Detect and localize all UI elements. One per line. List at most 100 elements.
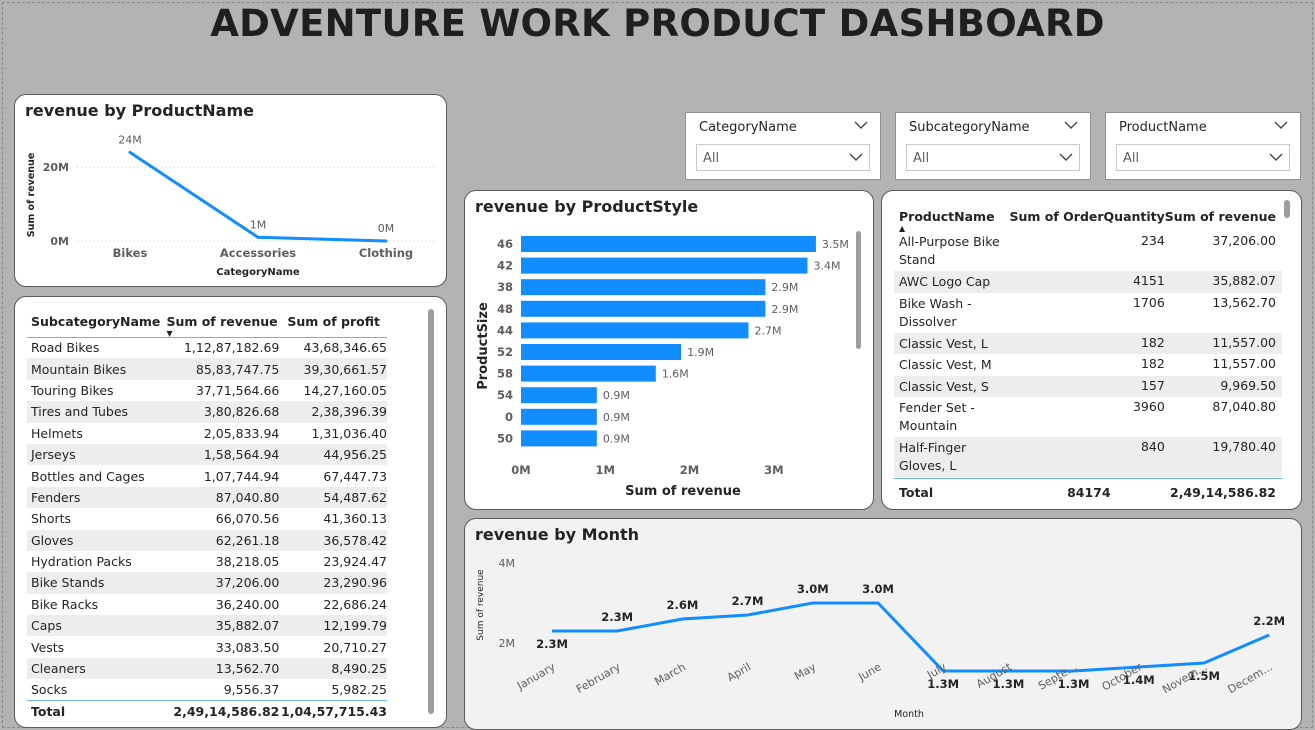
sub-revenue-cell: 35,882.07 <box>162 615 280 637</box>
subcategory-table-card[interactable]: SubcategoryName Sum of revenue ▼ Sum of … <box>14 296 447 728</box>
table-row[interactable]: Shorts 66,070.56 41,360.13 <box>27 508 387 529</box>
table-row[interactable]: Bottles and Cages 1,07,744.94 67,447.73 <box>27 465 387 486</box>
slicer-subcategory-value: All <box>913 151 930 166</box>
col-header-product-label: ProductName <box>899 208 995 224</box>
sub-profit-cell: 43,68,346.65 <box>303 340 388 356</box>
table-row[interactable]: Classic Vest, L 182 11,557.00 <box>894 332 1282 354</box>
data-point <box>384 239 388 243</box>
order-qty-cell: 157 <box>1009 375 1165 397</box>
total-label: Total <box>31 704 66 720</box>
subcategory-name-cell: Shorts <box>31 511 72 527</box>
product-name-cell: All-Purpose Bike Stand <box>899 234 1000 267</box>
table-row[interactable]: Half-Finger Gloves, L 840 19,780.40 <box>894 437 1282 477</box>
slicer-subcategory-dropdown[interactable]: All <box>906 144 1080 171</box>
subcategory-name-cell: Road Bikes <box>31 340 100 356</box>
table-row[interactable]: All-Purpose Bike Stand 234 37,206.00 <box>894 231 1282 271</box>
sub-profit-cell: 20,710.27 <box>323 639 387 655</box>
chevron-down-icon[interactable] <box>1064 121 1078 130</box>
chevron-down-icon[interactable] <box>1274 121 1288 130</box>
y-tick-label: 44 <box>497 323 513 337</box>
sub-profit-cell: 39,30,661.57 <box>279 358 387 380</box>
table-row[interactable]: Tires and Tubes 3,80,826.68 2,38,396.39 <box>27 401 387 423</box>
x-tick-label: Clothing <box>359 246 413 260</box>
slicer-product-dropdown[interactable]: All <box>1116 144 1290 171</box>
chevron-down-icon[interactable] <box>854 121 868 130</box>
sub-revenue-cell: 13,562.70 <box>162 657 280 680</box>
data-point <box>128 150 132 154</box>
sub-profit-cell: 36,578.42 <box>279 529 387 551</box>
style-chart-scrollbar[interactable] <box>856 231 861 349</box>
subcategory-name-cell: Hydration Packs <box>31 554 132 570</box>
sub-revenue-cell: 87,040.80 <box>162 486 280 509</box>
style-bar-chart[interactable]: 46 3.5M 42 3.4M 38 2.9M 48 2.9M 44 2.7M 52 1.9M 58 1.… <box>465 191 874 510</box>
table-row[interactable]: Bike Racks 36,240.00 22,686.24 <box>27 594 387 615</box>
table-row[interactable]: Jerseys 1,58,564.94 44,956.25 <box>27 443 387 466</box>
category-line-chart[interactable]: 0M 20M 24M Bikes 1M Accessories 0M Clothing Cate… <box>15 95 447 287</box>
month-line-chart[interactable]: 2M 4M 2.3M January 2.3M February 2.6M March 2.7M… <box>465 519 1302 730</box>
bar <box>521 430 597 447</box>
bar <box>521 322 749 339</box>
sort-asc-icon: ▲ <box>899 224 906 233</box>
data-label: 24M <box>118 133 142 146</box>
col-header-sub-profit[interactable]: Sum of profit <box>279 307 387 337</box>
prod-revenue-cell: 9,969.50 <box>1164 375 1282 397</box>
data-label: 2.3M <box>536 637 568 651</box>
col-header-order-qty[interactable]: Sum of OrderQuantity <box>1010 201 1165 231</box>
table-row[interactable]: Vests 33,083.50 20,710.27 <box>27 636 387 657</box>
y-tick-label: 54 <box>497 388 513 402</box>
table-row[interactable]: Mountain Bikes 85,83,747.75 39,30,661.57 <box>27 358 387 380</box>
sub-profit-cell: 12,199.79 <box>279 615 387 637</box>
x-axis-title: Sum of revenue <box>625 484 741 499</box>
col-header-sub-revenue[interactable]: Sum of revenue ▼ <box>162 307 279 337</box>
slicer-category-dropdown[interactable]: All <box>696 144 870 171</box>
x-tick-label: Decem... <box>1226 660 1275 696</box>
table-row[interactable]: Classic Vest, M 182 11,557.00 <box>894 354 1282 376</box>
table-row[interactable]: Bike Wash - Dissolver 1706 13,562.70 <box>894 293 1282 333</box>
sub-revenue-cell: 3,80,826.68 <box>162 401 280 423</box>
product-name-cell: Classic Vest, S <box>894 375 1010 397</box>
data-label: 1.9M <box>687 346 714 359</box>
table-row[interactable]: Gloves 62,261.18 36,578.42 <box>27 529 387 551</box>
table-row[interactable]: Fenders 87,040.80 54,487.62 <box>27 486 387 509</box>
bar <box>521 387 597 404</box>
x-tick-label: Bikes <box>113 246 148 260</box>
slicer-product[interactable]: ProductName All <box>1105 112 1301 180</box>
slicer-subcategory-label: SubcategoryName <box>909 120 1030 135</box>
table-row[interactable]: Socks 9,556.37 5,982.25 <box>27 679 387 700</box>
category-revenue-card[interactable]: revenue by ProductName 0M 20M 24M Bikes 1M Ac… <box>14 94 447 287</box>
subcategory-name-cell: Mountain Bikes <box>27 358 163 380</box>
sort-desc-icon: ▼ <box>166 328 173 338</box>
bar <box>521 257 808 274</box>
total-sub-revenue: 2,49,14,586.82 <box>173 704 280 720</box>
order-qty-cell: 1706 <box>1132 294 1165 310</box>
month-revenue-card[interactable]: revenue by Month 2M 4M 2.3M January 2.3M Febr… <box>464 518 1302 730</box>
style-revenue-card[interactable]: revenue by ProductStyle 46 3.5M 42 3.4M 38 2.… <box>464 190 874 510</box>
col-header-subcategory[interactable]: SubcategoryName <box>27 307 162 337</box>
table-row[interactable]: AWC Logo Cap 4151 35,882.07 <box>894 271 1282 293</box>
y-tick-label: 42 <box>497 259 513 273</box>
table-row[interactable]: Touring Bikes 37,71,564.66 14,27,160.05 <box>27 380 387 401</box>
sub-profit-cell: 54,487.62 <box>279 486 387 509</box>
subcategory-table: SubcategoryName Sum of revenue ▼ Sum of … <box>27 307 387 723</box>
x-tick-label: June <box>855 660 883 684</box>
col-header-product[interactable]: ProductName ▲ <box>894 201 1010 234</box>
table-row[interactable]: Helmets 2,05,833.94 1,31,036.40 <box>27 423 387 444</box>
x-tick-label: February <box>574 660 623 696</box>
product-table-scrollbar[interactable] <box>1284 200 1290 218</box>
table-row[interactable]: Classic Vest, S 157 9,969.50 <box>894 375 1282 397</box>
table-row[interactable]: Caps 35,882.07 12,199.79 <box>27 615 387 637</box>
table-row[interactable]: Fender Set - Mountain 3960 87,040.80 <box>894 397 1282 437</box>
sub-revenue-cell: 62,261.18 <box>162 529 280 551</box>
table-row[interactable]: Road Bikes 1,12,87,182.69 43,68,346.65 <box>27 337 387 358</box>
sub-profit-cell: 2,38,396.39 <box>279 401 387 423</box>
x-tick-label: 1M <box>596 463 615 477</box>
table-row[interactable]: Bike Stands 37,206.00 23,290.96 <box>27 572 387 594</box>
col-header-prod-revenue[interactable]: Sum of revenue <box>1165 201 1282 231</box>
slicer-subcategory[interactable]: SubcategoryName All <box>895 112 1091 180</box>
subcategory-table-scrollbar[interactable] <box>428 309 434 714</box>
table-row[interactable]: Hydration Packs 38,218.05 23,924.47 <box>27 551 387 572</box>
table-row[interactable]: Cleaners 13,562.70 8,490.25 <box>27 657 387 680</box>
slicer-category[interactable]: CategoryName All <box>685 112 881 180</box>
product-header-row: ProductName ▲ Sum of OrderQuantity Sum o… <box>894 201 1282 234</box>
product-table-card[interactable]: ProductName ▲ Sum of OrderQuantity Sum o… <box>881 190 1302 510</box>
